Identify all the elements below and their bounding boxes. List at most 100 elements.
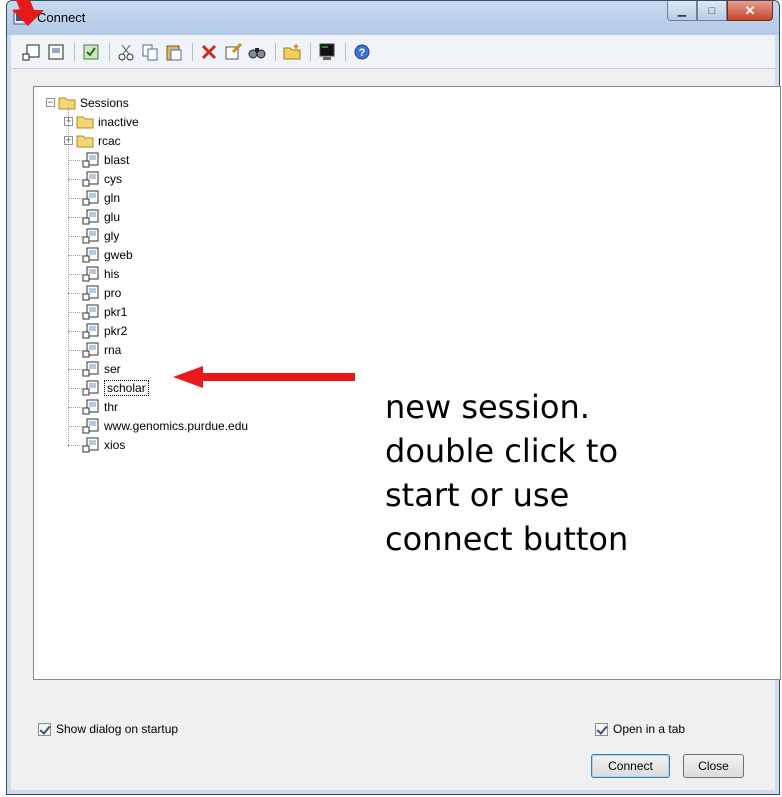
toolbar: ? (11, 35, 775, 69)
rename-button[interactable] (222, 41, 244, 63)
show-dialog-option[interactable]: Show dialog on startup (38, 722, 178, 736)
tree-item-label: inactive (98, 115, 139, 129)
open-in-tab-label: Open in a tab (613, 722, 686, 736)
tree-item-session[interactable]: pkr2 (82, 322, 127, 340)
tree-item-session[interactable]: www.genomics.purdue.edu (82, 417, 248, 435)
tree-item-session[interactable]: scholar (82, 379, 149, 397)
tree-item-session[interactable]: his (82, 265, 119, 283)
session-icon (82, 209, 99, 225)
properties-button[interactable] (80, 41, 102, 63)
rename-icon (225, 42, 243, 59)
tree-item-session[interactable]: thr (82, 398, 118, 416)
copy-icon (142, 44, 158, 60)
tree-item-label: Sessions (80, 96, 129, 110)
session-icon (82, 152, 99, 168)
session-icon (82, 399, 99, 415)
session-icon (82, 380, 99, 396)
tree-guide-line (68, 312, 82, 313)
tree-item-session[interactable]: rna (82, 341, 121, 359)
folder-icon (58, 97, 76, 110)
tree-item-folder[interactable]: inactive (76, 113, 139, 131)
maximize-button[interactable]: □ (697, 1, 727, 21)
tree-item-label: cys (104, 172, 122, 186)
toolbar-separator (74, 42, 75, 61)
toolbar-separator (109, 42, 110, 61)
dialog-body: − Sessions + inactive + rcac blast cys gln… (11, 69, 781, 790)
session-tree[interactable]: − Sessions + inactive + rcac blast cys gln… (33, 86, 781, 680)
tree-item-label: rcac (98, 134, 121, 148)
tree-guide-line (68, 331, 82, 332)
tree-item-folder[interactable]: rcac (76, 132, 121, 150)
minimize-icon: ▁ (677, 5, 687, 17)
tree-guide-line (68, 236, 82, 237)
toolbar-separator (275, 42, 276, 61)
tree-item-session[interactable]: blast (82, 151, 129, 169)
session-icon (82, 171, 99, 187)
close-icon: ✕ (744, 2, 756, 18)
folder-icon (76, 116, 94, 129)
session-icon (82, 437, 99, 453)
copy-button[interactable] (139, 41, 161, 63)
toolbar-separator (310, 42, 311, 61)
paste-button[interactable] (163, 41, 185, 63)
tree-guide-line (68, 350, 82, 351)
tree-item-session[interactable]: gweb (82, 246, 133, 264)
find-button[interactable] (246, 41, 268, 63)
tree-item-session[interactable]: xios (82, 436, 125, 454)
terminal-icon (319, 43, 335, 60)
connect-button[interactable]: Connect (591, 754, 670, 778)
tree-item-session[interactable]: glu (82, 208, 120, 226)
collapse-sessions-toggle[interactable]: − (46, 98, 55, 107)
tree-item-label: scholar (104, 380, 149, 396)
show-dialog-checkbox[interactable] (38, 722, 51, 736)
session-icon (82, 266, 99, 282)
minimize-button[interactable]: ▁ (667, 1, 697, 21)
tree-item-label: his (104, 267, 120, 281)
close-button[interactable]: Close (683, 754, 744, 778)
maximize-icon: □ (708, 4, 716, 17)
title-bar[interactable]: Connect ▁ □ ✕ (7, 1, 779, 35)
properties-icon (83, 44, 99, 59)
open-in-tab-option[interactable]: Open in a tab (595, 722, 685, 736)
open-in-tab-checkbox[interactable] (595, 722, 608, 736)
tree-guide-line (68, 369, 82, 370)
tree-item-label: pro (104, 286, 122, 300)
tree-item-session[interactable]: pkr1 (82, 303, 127, 321)
tree-item-label: glu (104, 210, 121, 224)
delete-icon (201, 44, 217, 59)
tree-guide-line (68, 160, 82, 161)
tree-guide-line (68, 445, 82, 446)
cut-button[interactable] (115, 41, 137, 63)
tree-guide-line (68, 274, 82, 275)
tree-item-label: gweb (104, 248, 133, 262)
tree-guide-line (68, 407, 82, 408)
tree-item-session[interactable]: gly (82, 227, 119, 245)
close-window-button[interactable]: ✕ (727, 1, 773, 21)
new-session-button[interactable] (21, 41, 43, 63)
tree-item-session[interactable]: pro (82, 284, 121, 302)
tree-item-label: www.genomics.purdue.edu (104, 419, 249, 433)
svg-text:?: ? (359, 47, 366, 59)
tree-guide-line (68, 179, 82, 180)
new-folder-icon (283, 43, 301, 59)
folder-icon (76, 135, 94, 148)
new-session-alt-button[interactable] (45, 41, 67, 63)
terminal-button[interactable] (316, 41, 338, 63)
annotation-arrow-icon (173, 366, 355, 388)
toolbar-separator (192, 42, 193, 61)
tree-item-session[interactable]: cys (82, 170, 122, 188)
tree-item-session[interactable]: ser (82, 360, 121, 378)
new-folder-button[interactable] (281, 41, 303, 63)
tree-item-label: gln (104, 191, 121, 205)
tree-guide-line (68, 107, 69, 447)
session-icon (82, 342, 99, 358)
tree-item-label: xios (104, 438, 126, 452)
tree-item-session[interactable]: gln (82, 189, 120, 207)
cut-icon (118, 44, 134, 60)
tree-item-label: pkr1 (104, 305, 128, 319)
tree-item-label: thr (104, 400, 119, 414)
new-session-alt-icon (48, 44, 64, 59)
help-button[interactable]: ? (351, 41, 373, 63)
delete-button[interactable] (198, 41, 220, 63)
tree-guide-line (68, 217, 82, 218)
